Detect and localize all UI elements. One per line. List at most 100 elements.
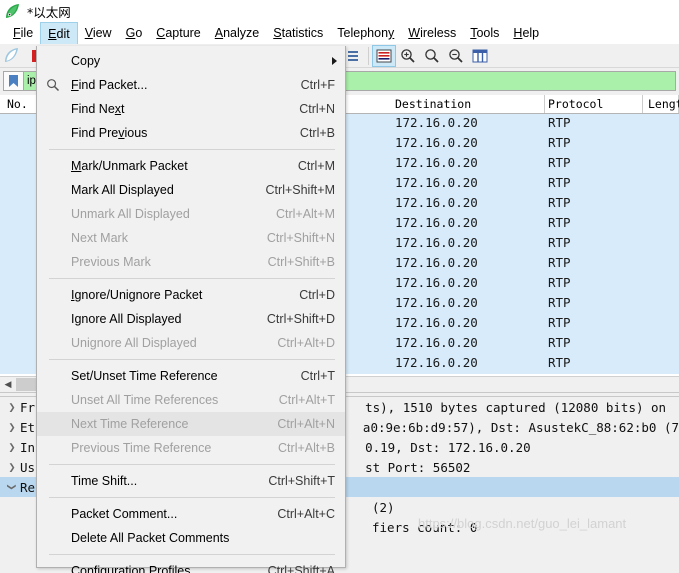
menu-item-shortcut: Ctrl+Alt+T [278,393,335,407]
zoom-out-icon[interactable] [420,45,444,67]
menu-telephony[interactable]: Telephony [330,22,401,44]
cell-destination: 172.16.0.20 [395,115,478,130]
window-title: *以太网 [27,4,71,20]
menu-bar: File Edit View Go Capture Analyze Statistics Te… [0,22,679,44]
chevron-down-icon[interactable]: ❯ [5,479,19,495]
cell-destination: 172.16.0.20 [395,155,478,170]
menu-item-shortcut: Ctrl+Shift+B [267,255,335,269]
scroll-left-arrow-icon[interactable]: ◀ [0,377,16,392]
chevron-right-icon[interactable]: ❯ [4,400,20,414]
menu-item-find-next[interactable]: Find Next Ctrl+N [37,97,345,121]
menu-label: Capture [156,26,201,40]
menu-label: File [13,26,34,40]
menu-separator [49,554,335,555]
title-bar: *以太网 [0,0,679,22]
menu-help[interactable]: Help [506,22,546,44]
menu-file[interactable]: File [6,22,40,44]
menu-item-shortcut: Ctrl+Alt+D [277,336,335,350]
menu-item-label: Next Mark [71,231,128,245]
menu-item-mark-all-displayed[interactable]: Mark All Displayed Ctrl+Shift+M [37,178,345,202]
menu-item-previous-mark: Previous Mark Ctrl+Shift+B [37,250,345,274]
menu-item-label: Time Shift... [71,474,138,488]
menu-item-shortcut: Ctrl+N [299,102,335,116]
menu-item-shortcut: Ctrl+B [299,126,335,140]
zoom-reset-icon[interactable] [444,45,468,67]
menu-label: Go [125,26,143,40]
menu-separator [49,464,335,465]
edit-menu-dropdown[interactable]: Copy Find Packet... Ctrl+F Find Next Ctrl+N F… [36,46,346,573]
menu-item-configuration-profiles[interactable]: Configuration Profiles... Ctrl+Shift+A [37,559,345,573]
detail-row-prefix: Et [20,419,36,435]
menu-item-shortcut: Ctrl+Alt+M [275,207,335,221]
menu-analyze[interactable]: Analyze [208,22,266,44]
menu-separator [49,497,335,498]
menu-label: Statistics [273,26,324,40]
menu-separator [49,149,335,150]
detail-row-prefix: Re [20,479,36,495]
menu-wireless[interactable]: Wireless [401,22,463,44]
menu-view[interactable]: View [78,22,119,44]
cell-protocol: RTP [548,355,571,370]
menu-item-unignore-all-displayed: Unignore All Displayed Ctrl+Alt+D [37,331,345,355]
menu-capture[interactable]: Capture [149,22,207,44]
menu-item-shortcut: Ctrl+M [297,159,335,173]
detail-row-text: a0:9e:6b:d9:57), Dst: AsustekC_88:62:b0 … [362,419,679,435]
menu-label: Analyze [214,26,260,40]
menu-item-copy[interactable]: Copy [37,49,345,73]
cell-protocol: RTP [548,255,571,270]
menu-item-set-unset-time-reference[interactable]: Set/Unset Time Reference Ctrl+T [37,364,345,388]
menu-label: Wireless [408,26,457,40]
colorize-rules-icon[interactable] [372,44,396,67]
wireshark-window: *以太网 File Edit View Go Capture Analyze Statist… [0,0,679,573]
submenu-arrow-icon [332,57,337,65]
toolbar-separator-2 [368,46,369,65]
menu-item-label: Find Previous [71,126,148,140]
cell-protocol: RTP [548,135,571,150]
menu-label: Edit [48,26,70,41]
cell-destination: 172.16.0.20 [395,355,478,370]
cell-protocol: RTP [548,315,571,330]
menu-item-ignore-all-displayed[interactable]: Ignore All Displayed Ctrl+Shift+D [37,307,345,331]
menu-edit[interactable]: Edit [40,22,78,44]
detail-row-prefix: Fr [20,399,36,415]
menu-item-packet-comment[interactable]: Packet Comment... Ctrl+Alt+C [37,502,345,526]
chevron-right-icon[interactable]: ❯ [4,420,20,434]
menu-item-find-packet[interactable]: Find Packet... Ctrl+F [37,73,345,97]
menu-item-ignore-unignore-packet[interactable]: Ignore/Unignore Packet Ctrl+D [37,283,345,307]
menu-item-shortcut: Ctrl+Shift+M [265,183,335,197]
menu-label: Tools [470,26,500,40]
menu-item-mark-unmark-packet[interactable]: Mark/Unmark Packet Ctrl+M [37,154,345,178]
menu-item-find-previous[interactable]: Find Previous Ctrl+B [37,121,345,145]
column-header-protocol[interactable]: Protocol [543,95,643,113]
menu-item-shortcut: Ctrl+Shift+A [267,564,335,573]
menu-go[interactable]: Go [119,22,150,44]
menu-item-label: Previous Time Reference [71,441,212,455]
zoom-in-icon[interactable] [396,45,420,67]
menu-item-unset-all-time-references: Unset All Time References Ctrl+Alt+T [37,388,345,412]
filter-bookmark-icon[interactable] [3,71,23,91]
chevron-right-icon[interactable]: ❯ [4,460,20,474]
menu-item-previous-time-reference: Previous Time Reference Ctrl+Alt+B [37,436,345,460]
menu-label: Help [513,26,540,40]
chevron-right-icon[interactable]: ❯ [4,440,20,454]
search-icon [45,77,61,93]
resize-columns-icon[interactable] [468,45,492,67]
menu-item-next-time-reference: Next Time Reference Ctrl+Alt+N [37,412,345,436]
menu-statistics[interactable]: Statistics [266,22,330,44]
cell-protocol: RTP [548,155,571,170]
cell-destination: 172.16.0.20 [395,255,478,270]
menu-label: Telephony [337,26,395,40]
cell-protocol: RTP [548,295,571,310]
menu-separator [49,278,335,279]
menu-item-label: Previous Mark [71,255,151,269]
menu-item-shortcut: Ctrl+Alt+B [278,441,335,455]
menu-item-shortcut: Ctrl+Alt+C [277,507,335,521]
start-capture-icon[interactable] [0,45,24,67]
menu-tools[interactable]: Tools [463,22,506,44]
menu-item-time-shift[interactable]: Time Shift... Ctrl+Shift+T [37,469,345,493]
cell-destination: 172.16.0.20 [395,295,478,310]
cell-destination: 172.16.0.20 [395,235,478,250]
menu-item-delete-all-packet-comments[interactable]: Delete All Packet Comments [37,526,345,550]
column-header-destination[interactable]: Destination [390,95,545,113]
column-header-length[interactable]: Length [643,95,679,113]
